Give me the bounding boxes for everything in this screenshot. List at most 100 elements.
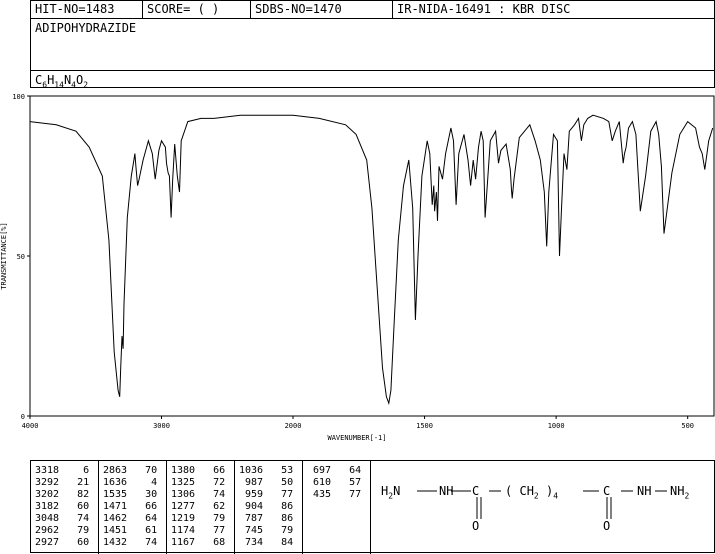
peak-wavenumber: 1636	[103, 477, 128, 488]
y-axis-label: TRANSMITTANCE[%]	[0, 222, 8, 289]
peak-wavenumber: 1535	[103, 489, 128, 500]
peak-wavenumber: 734	[239, 537, 264, 548]
peak-wavenumber: 697	[307, 465, 332, 476]
peak-wavenumber: 1167	[171, 537, 196, 548]
peak-wavenumber: 1219	[171, 513, 196, 524]
peak-transmittance: 74	[127, 537, 158, 548]
spectrum-header: HIT-NO=1483 SCORE= ( ) SDBS-NO=1470 IR-N…	[30, 0, 715, 89]
peak-row: 1462 64	[103, 513, 157, 524]
nh-group-right: NH	[637, 484, 652, 498]
peak-wavenumber: 1451	[103, 525, 128, 536]
peak-row: 3292 21	[35, 477, 89, 488]
peak-row: 1036 53	[239, 465, 293, 476]
peak-wavenumber: 1380	[171, 465, 196, 476]
peak-transmittance: 70	[127, 465, 158, 476]
peak-row: 745 79	[239, 525, 293, 536]
peak-transmittance: 84	[263, 537, 294, 548]
peak-table: 3318 6 3292 21 3202 82 3182 60 3048 74 2962 7…	[30, 460, 715, 554]
structure-diagram: H2N NH C ( CH2 )4 C NH NH2 O O	[375, 461, 714, 554]
peak-row: 1535 30	[103, 489, 157, 500]
peak-row: 2927 60	[35, 537, 89, 548]
peak-transmittance: 82	[59, 489, 90, 500]
plot-frame	[29, 95, 715, 417]
peak-row: 959 77	[239, 489, 293, 500]
peak-row: 3318 6	[35, 465, 89, 476]
peak-transmittance: 57	[331, 477, 362, 488]
peak-transmittance: 74	[59, 513, 90, 524]
x-tick-label: 500	[681, 422, 694, 430]
peak-wavenumber: 745	[239, 525, 264, 536]
carbonyl-carbon-left: C	[472, 484, 480, 498]
score: SCORE= ( )	[143, 1, 251, 18]
peak-row: 1219 79	[171, 513, 225, 524]
peak-wavenumber: 2863	[103, 465, 128, 476]
x-tick-label: 1500	[416, 422, 433, 430]
compound-name: ADIPOHYDRAZIDE	[35, 21, 137, 35]
sdbs-number: SDBS-NO=1470	[251, 1, 393, 18]
x-axis-label: WAVENUMBER[-1]	[327, 434, 386, 442]
peak-row: 435 77	[307, 489, 361, 500]
y-tick-label: 0	[21, 413, 25, 421]
peak-transmittance: 77	[331, 489, 362, 500]
peak-transmittance: 6	[59, 465, 90, 476]
peak-transmittance: 62	[195, 501, 226, 512]
peak-row: 1432 74	[103, 537, 157, 548]
peak-row: 787 86	[239, 513, 293, 524]
ir-spectrum-chart: 0 50 100 4000 3000 2000 1500 1000 500 WAVENUMBE…	[0, 93, 715, 442]
peak-row: 1167 68	[171, 537, 225, 548]
x-tick-label: 1000	[548, 422, 565, 430]
peak-row: 904 86	[239, 501, 293, 512]
carbonyl-oxygen-right: O	[603, 519, 611, 533]
peak-transmittance: 79	[263, 525, 294, 536]
nh-group-left: NH	[439, 484, 454, 498]
peak-wavenumber: 2927	[35, 537, 60, 548]
peak-transmittance: 72	[195, 477, 226, 488]
peak-wavenumber: 2962	[35, 525, 60, 536]
peak-wavenumber: 904	[239, 501, 264, 512]
peak-transmittance: 74	[195, 489, 226, 500]
peak-transmittance: 64	[331, 465, 362, 476]
peak-row: 610 57	[307, 477, 361, 488]
peak-transmittance: 4	[127, 477, 158, 488]
peak-wavenumber: 1462	[103, 513, 128, 524]
peak-wavenumber: 1432	[103, 537, 128, 548]
peak-transmittance: 66	[127, 501, 158, 512]
peak-wavenumber: 435	[307, 489, 332, 500]
peak-row: 3182 60	[35, 501, 89, 512]
peak-transmittance: 68	[195, 537, 226, 548]
peak-row: 1471 66	[103, 501, 157, 512]
peak-transmittance: 21	[59, 477, 90, 488]
peak-transmittance: 77	[263, 489, 294, 500]
peak-row: 1451 61	[103, 525, 157, 536]
peak-wavenumber: 1306	[171, 489, 196, 500]
peak-wavenumber: 1277	[171, 501, 196, 512]
peak-row: 2863 70	[103, 465, 157, 476]
peak-wavenumber: 1325	[171, 477, 196, 488]
peak-transmittance: 61	[127, 525, 158, 536]
methylene-chain: ( CH2 )4	[505, 484, 559, 501]
peak-transmittance: 79	[195, 513, 226, 524]
peak-row: 1636 4	[103, 477, 157, 488]
peak-wavenumber: 787	[239, 513, 264, 524]
peak-row: 987 50	[239, 477, 293, 488]
peak-row: 1325 72	[171, 477, 225, 488]
peak-row: 734 84	[239, 537, 293, 548]
ir-info: IR-NIDA-16491 : KBR DISC	[397, 2, 571, 16]
y-tick-label: 50	[17, 253, 25, 261]
peak-row: 1174 77	[171, 525, 225, 536]
peak-wavenumber: 959	[239, 489, 264, 500]
peak-transmittance: 30	[127, 489, 158, 500]
x-tick-label: 2000	[285, 422, 302, 430]
peak-wavenumber: 1471	[103, 501, 128, 512]
peak-row: 1277 62	[171, 501, 225, 512]
amine-group-left: H2N	[381, 484, 401, 501]
peak-transmittance: 66	[195, 465, 226, 476]
peak-transmittance: 60	[59, 537, 90, 548]
hit-number: HIT-NO=1483	[31, 1, 143, 18]
spectrum-series-line	[29, 114, 714, 406]
peak-wavenumber: 3318	[35, 465, 60, 476]
peak-row: 1306 74	[171, 489, 225, 500]
peak-transmittance: 86	[263, 501, 294, 512]
peak-wavenumber: 1174	[171, 525, 196, 536]
x-axis: 4000 3000 2000 1500 1000 500	[22, 416, 694, 430]
